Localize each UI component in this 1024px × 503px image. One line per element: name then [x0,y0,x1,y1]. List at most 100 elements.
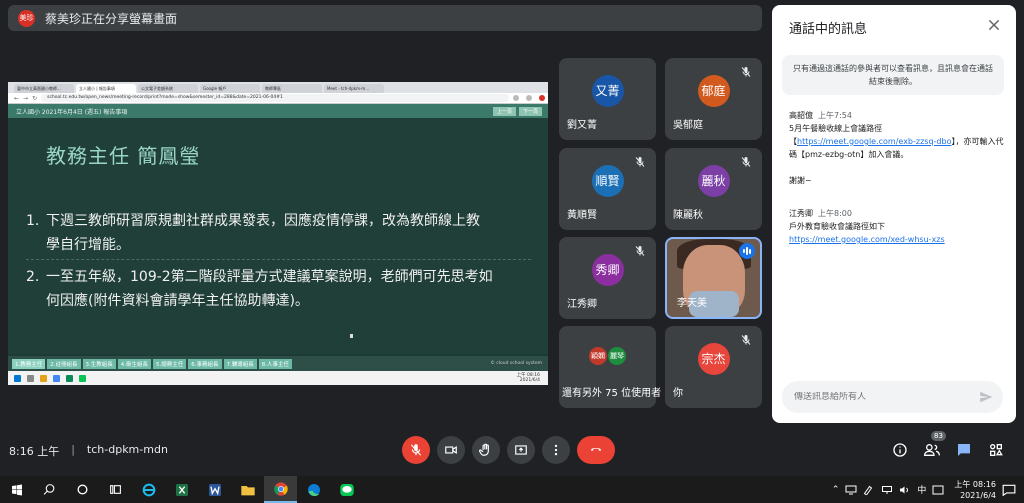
section-tab: 7.輔導組長 [223,358,257,369]
reload-icon: ↻ [32,94,38,102]
task-view-button[interactable] [99,476,132,503]
shared-clock: 上午 08:16 2021/6/4 [517,373,548,383]
self-tile[interactable]: 宗杰 你 [665,326,762,408]
close-icon[interactable] [986,17,1002,33]
taskbar-app-explorer[interactable] [231,476,264,503]
participant-name: 黃順賢 [567,210,597,221]
section-tab: 6.事務組長 [188,358,222,369]
section-tab: 2.註冊組長 [47,358,81,369]
participant-tile[interactable]: 郁庭 吳郁庭 [665,58,762,140]
more-participants-label: 還有另外 75 位使用者 [562,388,662,399]
message-text: 5月午餐驗收線上會議路徑 [789,124,883,133]
chat-button[interactable] [954,440,974,460]
chat-input-box[interactable] [782,381,1003,413]
clock-time: 上午 08:16 [954,479,996,489]
send-icon[interactable] [979,390,993,404]
taskbar-app-edge[interactable] [297,476,330,503]
shared-screen: 臺中市立黃厝國小教師... 立人國小 | 報告事項 公文電子差額系統 Googl… [8,82,548,385]
slide-item-2: 2. 一至五年級，109-2第二階段評量方式建議草案說明，老師們可先思考如 何因應… [26,265,526,313]
presenter-banner: 美珍 蔡美珍正在分享螢幕畫面 [8,5,762,31]
browser-address-bar: ← → ↻ school.tc.edu.tw/open_news/meeting… [8,93,548,104]
slide-heading: 教務主任 簡鳳瑩 [46,144,201,168]
item-text-cont: 何因應(附件資料會請學年主任協助轉達)。 [46,293,309,309]
participant-tile[interactable]: 秀卿 江秀卿 [559,237,656,319]
message-link[interactable]: https://meet.google.com/exb-zzsq-dbo [797,137,951,146]
leave-call-button[interactable] [577,436,615,464]
participant-tile[interactable]: 又菁 劉又菁 [559,58,656,140]
display-icon[interactable] [845,485,857,495]
star-icon [513,95,519,101]
item-number: 2. [26,269,40,285]
ime-mode-icon[interactable] [932,485,944,495]
ime-indicator[interactable]: 中 [917,483,926,496]
volume-icon[interactable] [899,485,911,495]
activities-button[interactable] [986,440,1006,460]
site-title: 立人國小 2021年6月4日 (週五) 報告事項 [16,108,128,116]
more-participants-tile[interactable]: 穎嫻 麗琴 還有另外 75 位使用者 [559,326,661,408]
participant-video-tile[interactable]: 李天美 [665,237,762,319]
hangup-icon [591,448,601,451]
message-link[interactable]: https://meet.google.com/xed-whsu-xzs [789,235,945,244]
message-sender: 高韶億 [789,111,813,120]
cortana-button[interactable] [66,476,99,503]
participant-name: 李天美 [677,298,707,309]
camera-toggle-button[interactable] [437,436,465,464]
windows-taskbar: ⌃ 中 上午 08:16 2021/6/4 [0,476,1024,503]
taskbar-app-excel[interactable] [165,476,198,503]
meeting-code: tch-dpkm-mdn [86,443,168,456]
mic-off-icon [741,157,751,167]
participant-tile[interactable]: 麗秋 陳麗秋 [665,148,762,230]
present-screen-button[interactable] [507,436,535,464]
folder-icon [240,485,255,495]
site-footer: © cloud school system [490,361,542,366]
edge-icon [307,483,320,496]
pen-icon[interactable] [863,485,875,495]
clock-date: 2021/6/4 [960,490,996,500]
notification-icon[interactable] [1002,484,1016,496]
internet-explorer-icon [142,483,155,496]
message-time: 上午8:00 [818,209,852,218]
browser-tab: 立人國小 | 報告事項 [76,84,136,93]
mic-toggle-button[interactable] [402,436,430,464]
item-text: 一至五年級，109-2第二階段評量方式建議草案說明，老師們可先思考如 [46,269,493,285]
start-button[interactable] [0,476,33,503]
slide-divider [26,259,531,260]
mic-off-icon [410,444,422,456]
raise-hand-button[interactable] [472,436,500,464]
search-icon [27,374,34,382]
taskbar-clock[interactable]: 上午 08:16 2021/6/4 [954,479,996,501]
message-text-link-line: 【https://meet.google.com/exb-zzsq-dbo】，亦… [789,135,1005,161]
extension-icon [526,95,532,101]
taskbar-app-ie[interactable] [132,476,165,503]
more-vert-icon [554,444,558,456]
presenter-avatar: 美珍 [18,9,35,27]
chat-notice: 只有通過這通話的參與者可以查看訊息，且訊息會在通話結束後刪除。 [782,55,1004,95]
search-icon [43,484,55,495]
present-icon [515,445,527,455]
browser-tab: 臺中市立黃厝國小教師... [14,84,74,93]
network-icon[interactable] [881,485,893,495]
participant-avatar-small: 穎嫻 [588,346,608,366]
chat-input[interactable] [794,392,974,402]
back-icon: ← [14,94,20,102]
slide-content: 教務主任 簡鳳瑩 1. 下週三教師研習原規劃社群成果發表，因應疫情停課，改為教師線… [8,118,548,354]
mic-off-icon [741,67,751,77]
participant-avatar: 又菁 [591,74,624,107]
taskbar-app-word[interactable] [198,476,231,503]
show-hidden-icons-icon[interactable]: ⌃ [832,485,840,495]
windows-icon [11,484,22,495]
taskbar-app-chrome[interactable] [264,476,297,503]
chat-panel: 通話中的訊息 只有通過這通話的參與者可以查看訊息，且訊息會在通話結束後刪除。 高… [772,5,1016,423]
taskbar-app-line[interactable] [330,476,363,503]
taskbar-search-button[interactable] [33,476,66,503]
participant-tile[interactable]: 順賢 黃順賢 [559,148,656,230]
word-icon [208,483,221,496]
task-view-icon [110,485,121,494]
browser-url: school.tc.edu.tw/open_news/meeting-recor… [41,94,509,102]
excel-icon [175,483,188,496]
meeting-details-button[interactable] [890,440,910,460]
chat-message: 高韶億 上午7:54 5月午餐驗收線上會議路徑 【https://meet.goo… [789,109,1005,187]
message-time: 上午7:54 [818,111,852,120]
more-options-button[interactable] [542,436,570,464]
participants-button[interactable] [922,440,942,460]
